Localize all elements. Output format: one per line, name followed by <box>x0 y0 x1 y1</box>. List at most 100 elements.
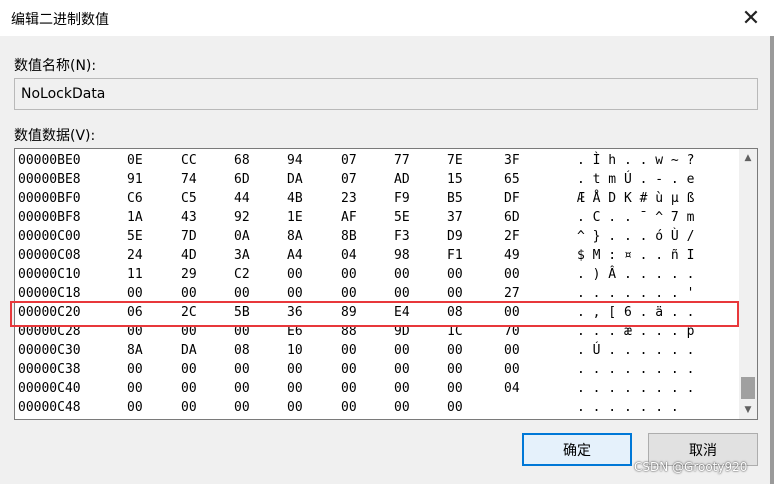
hex-byte[interactable]: 8B <box>341 229 357 244</box>
hex-byte[interactable]: 00 <box>504 267 520 282</box>
hex-byte[interactable]: 00 <box>287 362 303 377</box>
hex-byte[interactable]: 11 <box>127 267 143 282</box>
hex-byte[interactable]: 00 <box>234 400 250 415</box>
hex-byte[interactable]: DA <box>181 343 197 358</box>
hex-row[interactable]: 00000C30 8A DA 08 10 00 00 00 00 . Ú . . . . . . <box>15 342 737 361</box>
hex-byte[interactable]: 04 <box>504 381 520 396</box>
hex-byte[interactable]: 49 <box>504 248 520 263</box>
hex-byte[interactable]: 0E <box>127 153 143 168</box>
vertical-scrollbar[interactable]: ▲ ▼ <box>739 149 757 419</box>
hex-byte[interactable]: C2 <box>234 267 250 282</box>
hex-byte[interactable]: 24 <box>127 248 143 263</box>
hex-byte[interactable]: 5E <box>127 229 143 244</box>
hex-byte[interactable]: 00 <box>447 267 463 282</box>
hex-byte[interactable]: A4 <box>287 248 303 263</box>
hex-row[interactable]: 00000C00 5E 7D 0A 8A 8B F3 D9 2F ^ } . . . ó Ù / <box>15 228 737 247</box>
hex-row[interactable]: 00000BF8 1A 43 92 1E AF 5E 37 6D . C . . ¯ ^ 7 m <box>15 209 737 228</box>
hex-editor[interactable]: 00000BE0 0E CC 68 94 07 77 7E 3F. Ì h . . w ~ ? 0… <box>14 148 758 420</box>
hex-byte[interactable]: 7D <box>181 229 197 244</box>
hex-byte[interactable]: F9 <box>394 191 410 206</box>
hex-byte[interactable]: F3 <box>394 229 410 244</box>
hex-byte[interactable]: 08 <box>234 343 250 358</box>
hex-byte[interactable]: 74 <box>181 172 197 187</box>
hex-byte[interactable]: 00 <box>127 400 143 415</box>
hex-byte[interactable]: 00 <box>234 286 250 301</box>
hex-byte[interactable]: 00 <box>341 343 357 358</box>
hex-row[interactable]: 00000BE8 91 74 6D DA 07 AD 15 65 . t m Ú . - . e <box>15 171 737 190</box>
hex-byte[interactable]: F1 <box>447 248 463 263</box>
scroll-down-icon[interactable]: ▼ <box>739 401 757 419</box>
hex-byte[interactable]: 00 <box>504 362 520 377</box>
hex-byte[interactable]: 3A <box>234 248 250 263</box>
hex-byte[interactable]: 00 <box>287 267 303 282</box>
hex-row[interactable]: 00000BF0 C6 C5 44 4B 23 F9 B5 DF Æ Å D K # ù µ ß <box>15 190 737 209</box>
hex-byte[interactable]: 00 <box>287 400 303 415</box>
hex-byte[interactable]: 4B <box>287 191 303 206</box>
hex-byte[interactable]: 37 <box>447 210 463 225</box>
hex-byte[interactable]: 4D <box>181 248 197 263</box>
hex-byte[interactable]: 6D <box>504 210 520 225</box>
hex-byte[interactable]: DF <box>504 191 520 206</box>
hex-byte[interactable]: 1E <box>287 210 303 225</box>
hex-byte[interactable]: 07 <box>341 172 357 187</box>
hex-byte[interactable]: 00 <box>287 286 303 301</box>
hex-byte[interactable]: 2F <box>504 229 520 244</box>
hex-byte[interactable]: D9 <box>447 229 463 244</box>
hex-byte[interactable]: 8A <box>287 229 303 244</box>
hex-byte[interactable]: 00 <box>341 286 357 301</box>
hex-byte[interactable]: C5 <box>181 191 197 206</box>
hex-byte[interactable]: 8A <box>127 343 143 358</box>
hex-byte[interactable]: 29 <box>181 267 197 282</box>
hex-byte[interactable]: 00 <box>181 362 197 377</box>
hex-byte[interactable]: 00 <box>394 400 410 415</box>
hex-byte[interactable]: C6 <box>127 191 143 206</box>
hex-byte[interactable]: 23 <box>341 191 357 206</box>
hex-byte[interactable]: 00 <box>504 343 520 358</box>
hex-byte[interactable]: 00 <box>181 400 197 415</box>
hex-byte[interactable]: 44 <box>234 191 250 206</box>
hex-byte[interactable]: CC <box>181 153 197 168</box>
hex-byte[interactable]: 00 <box>341 362 357 377</box>
hex-byte[interactable]: 00 <box>341 381 357 396</box>
hex-byte[interactable]: 00 <box>181 286 197 301</box>
hex-byte[interactable]: 92 <box>234 210 250 225</box>
hex-byte[interactable]: 00 <box>394 381 410 396</box>
hex-byte[interactable]: 00 <box>234 381 250 396</box>
hex-byte[interactable]: 00 <box>181 381 197 396</box>
hex-byte[interactable]: 94 <box>287 153 303 168</box>
hex-row[interactable]: 00000C40 00 00 00 00 00 00 00 04 . . . . . . . . <box>15 380 737 399</box>
hex-byte[interactable]: 00 <box>127 286 143 301</box>
scroll-up-icon[interactable]: ▲ <box>739 149 757 167</box>
hex-byte[interactable]: AD <box>394 172 410 187</box>
hex-byte[interactable]: 15 <box>447 172 463 187</box>
hex-byte[interactable]: 00 <box>447 381 463 396</box>
hex-byte[interactable]: 00 <box>287 381 303 396</box>
hex-byte[interactable]: 98 <box>394 248 410 263</box>
hex-byte[interactable]: AF <box>341 210 357 225</box>
hex-row[interactable]: 00000C48 00 00 00 00 00 00 00 . . . . . . . <box>15 399 737 418</box>
hex-byte[interactable]: 00 <box>234 362 250 377</box>
hex-byte[interactable]: 0A <box>234 229 250 244</box>
hex-byte[interactable]: 00 <box>447 400 463 415</box>
hex-byte[interactable]: 27 <box>504 286 520 301</box>
hex-byte[interactable]: 07 <box>341 153 357 168</box>
hex-byte[interactable]: B5 <box>447 191 463 206</box>
hex-byte[interactable]: 00 <box>447 362 463 377</box>
hex-byte[interactable]: 77 <box>394 153 410 168</box>
hex-byte[interactable]: 00 <box>394 343 410 358</box>
hex-byte[interactable]: 00 <box>341 267 357 282</box>
hex-byte[interactable]: DA <box>287 172 303 187</box>
hex-byte[interactable]: 68 <box>234 153 250 168</box>
hex-row[interactable]: 00000C08 24 4D 3A A4 04 98 F1 49 $ M : ¤ . . ñ I <box>15 247 737 266</box>
hex-byte[interactable]: 1A <box>127 210 143 225</box>
hex-byte[interactable]: 00 <box>127 381 143 396</box>
hex-byte[interactable]: 00 <box>394 267 410 282</box>
hex-byte[interactable]: 6D <box>234 172 250 187</box>
hex-byte[interactable]: 5E <box>394 210 410 225</box>
hex-byte[interactable]: 43 <box>181 210 197 225</box>
scroll-thumb[interactable] <box>741 377 755 399</box>
hex-byte[interactable]: 04 <box>341 248 357 263</box>
hex-byte[interactable]: 00 <box>394 362 410 377</box>
hex-row[interactable]: 00000C10 11 29 C2 00 00 00 00 00 . ) Â . . . . . <box>15 266 737 285</box>
hex-byte[interactable]: 65 <box>504 172 520 187</box>
